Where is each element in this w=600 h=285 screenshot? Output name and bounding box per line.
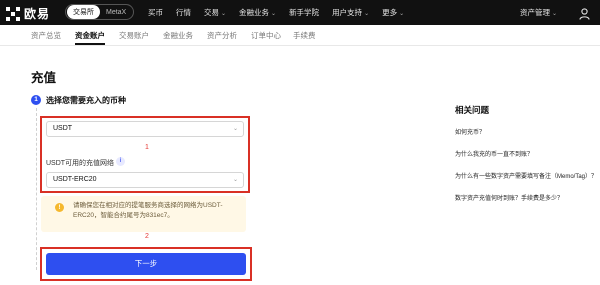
warning-icon: ! [55, 203, 64, 212]
menu-academy[interactable]: 新手学院 [289, 7, 319, 18]
main-menu: 买币 行情 交易 ⌄ 金融业务 ⌄ 新手学院 用户支持 ⌄ 更多 ⌄ [148, 0, 417, 25]
menu-markets[interactable]: 行情 [176, 7, 191, 18]
page-title: 充值 [31, 71, 57, 85]
network-warning: ! 请确保您在相对应的提笔服务商选择的网络为USDT-ERC20，智能合约尾号为… [41, 196, 246, 232]
menu-finance[interactable]: 金融业务 ⌄ [239, 7, 276, 18]
menu-label: 用户支持 [332, 8, 363, 17]
menu-more[interactable]: 更多 ⌄ [382, 7, 404, 18]
step-title: 选择您需要充入的币种 [46, 96, 126, 105]
faq-item[interactable]: 为什么有一些数字资产需要填写备注（Memo/Tag）？ [455, 171, 597, 180]
top-nav-bar: 欧易 交易所 MetaX 买币 行情 交易 ⌄ 金融业务 ⌄ 新手学院 用户支持 ⌄ … [0, 0, 600, 25]
tab-funding-account[interactable]: 资金账户 [75, 30, 105, 41]
menu-label: 交易 [204, 8, 219, 17]
active-tab-indicator [75, 43, 105, 45]
user-icon[interactable] [579, 7, 590, 20]
chevron-down-icon: ⌄ [271, 11, 277, 17]
coin-select[interactable]: USDT ⌄ [46, 121, 244, 137]
account-subnav: 资产总览 资金账户 交易账户 金融业务 资产分析 订单中心 手续费 [0, 25, 600, 46]
switch-exchange[interactable]: 交易所 [67, 5, 100, 19]
tab-finance[interactable]: 金融业务 [163, 30, 193, 41]
faq-item[interactable]: 数字资产充值何时到账？手续费是多少？ [455, 193, 563, 202]
logo-mark-icon [6, 6, 20, 21]
okx-logo[interactable]: 欧易 [6, 5, 50, 22]
network-label: USDT可用的充值网络 [46, 160, 115, 167]
tab-order-center[interactable]: 订单中心 [251, 30, 281, 41]
faq-item[interactable]: 如何充币？ [455, 127, 485, 136]
faq-item[interactable]: 为什么我充的币一直不到账？ [455, 149, 533, 158]
logo-text: 欧易 [24, 7, 51, 21]
menu-label: 新手学院 [289, 8, 320, 17]
step-connector [36, 108, 37, 270]
network-select-value: USDT-ERC20 [53, 176, 97, 183]
annotation-number-2: 2 [145, 233, 149, 240]
right-nav: 资产管理 ⌄ [520, 0, 590, 25]
annotation-number-1: 1 [145, 144, 149, 151]
warning-text: 请确保您在相对应的提笔服务商选择的网络为USDT-ERC20，智能合约尾号为83… [73, 202, 223, 219]
tab-fees[interactable]: 手续费 [293, 30, 316, 41]
info-icon[interactable]: i [116, 157, 125, 166]
menu-label: 行情 [176, 8, 191, 17]
menu-label: 更多 [382, 8, 398, 17]
tab-asset-analysis[interactable]: 资产分析 [207, 30, 237, 41]
chevron-down-icon: ⌄ [221, 11, 227, 17]
chevron-down-icon: ⌄ [399, 11, 405, 17]
chevron-down-icon: ⌄ [364, 11, 370, 17]
step-number-badge: 1 [31, 95, 41, 105]
exchange-wallet-switch[interactable]: 交易所 MetaX [65, 4, 135, 20]
next-step-button[interactable]: 下一步 [46, 253, 246, 275]
faq-title: 相关问题 [455, 105, 490, 115]
tab-asset-overview[interactable]: 资产总览 [31, 30, 61, 41]
chevron-down-icon: ⌄ [232, 177, 238, 183]
switch-metax[interactable]: MetaX [100, 7, 132, 18]
chevron-down-icon: ⌄ [232, 126, 238, 132]
network-select[interactable]: USDT-ERC20 ⌄ [46, 172, 244, 188]
menu-label: 买币 [148, 8, 163, 17]
menu-label: 金融业务 [239, 8, 270, 17]
menu-support[interactable]: 用户支持 ⌄ [332, 7, 369, 18]
asset-management-label: 资产管理 [519, 8, 550, 17]
menu-trade[interactable]: 交易 ⌄ [204, 7, 226, 18]
menu-buy-crypto[interactable]: 买币 [148, 7, 163, 18]
coin-select-value: USDT [53, 125, 73, 132]
tab-trading-account[interactable]: 交易账户 [119, 30, 149, 41]
asset-management-menu[interactable]: 资产管理 ⌄ [520, 7, 557, 18]
chevron-down-icon: ⌄ [551, 11, 557, 17]
